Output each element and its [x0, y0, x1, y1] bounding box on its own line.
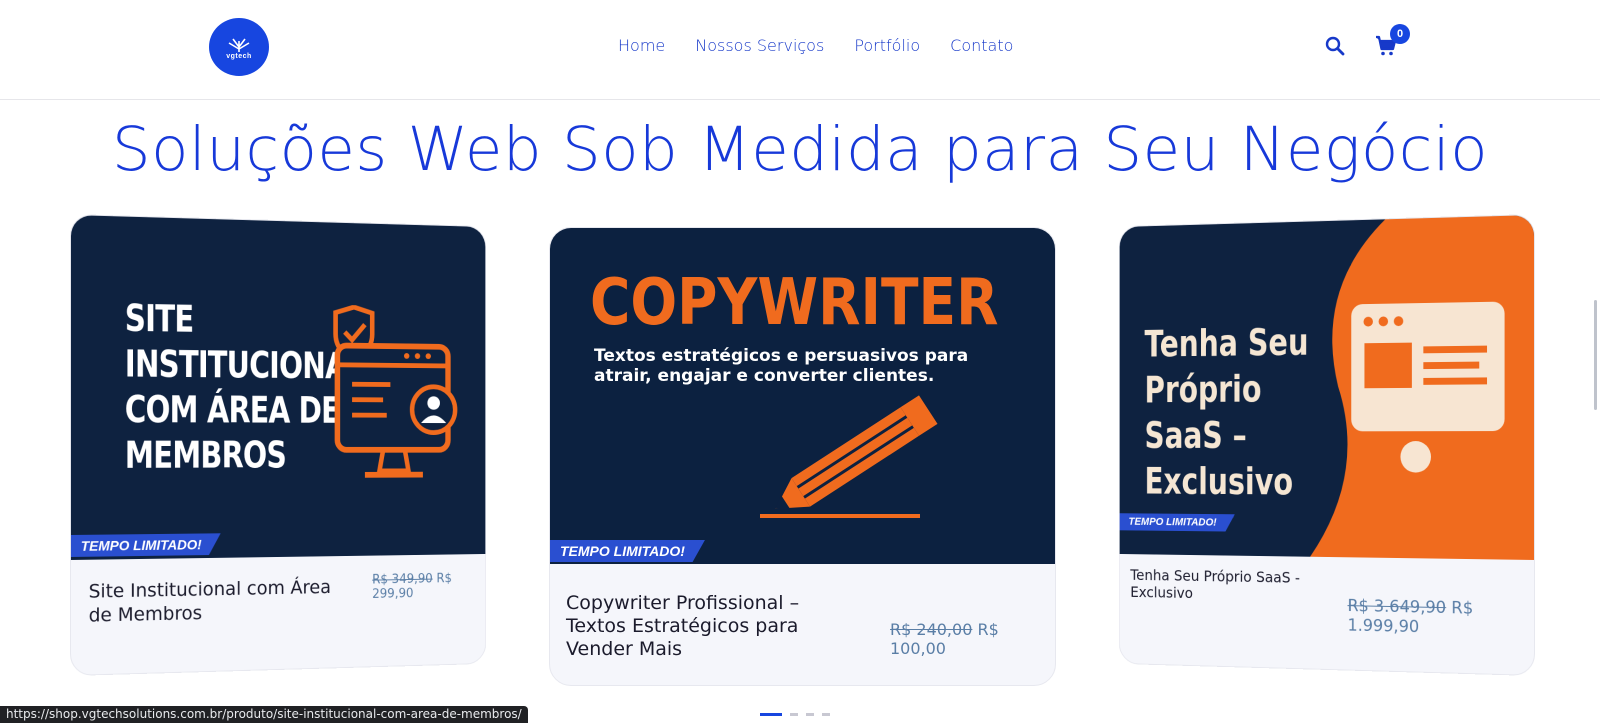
product-title[interactable]: Copywriter Profissional – Textos Estraté… [566, 592, 836, 661]
product-card-copywriter[interactable]: COPYWRITER Textos estratégicos e persuas… [549, 227, 1056, 686]
status-url-bar: https://shop.vgtechsolutions.com.br/prod… [0, 706, 528, 723]
carousel-dot-3[interactable] [806, 713, 814, 716]
carousel-dot-1[interactable] [760, 713, 782, 716]
logo[interactable]: vgtech [209, 18, 269, 76]
product-title[interactable]: Site Institucional com Área de Membros [89, 575, 336, 627]
price-old: R$ 240,00 [890, 620, 973, 639]
limited-time-badge: TEMPO LIMITADO! [71, 533, 221, 557]
carousel-pagination [760, 713, 830, 716]
limited-time-badge: TEMPO LIMITADO! [550, 540, 705, 562]
product-image: Tenha Seu Próprio SaaS – Exclusivo [1119, 215, 1535, 560]
cart-count-badge: 0 [1390, 24, 1410, 44]
carousel-dot-2[interactable] [790, 713, 798, 716]
image-subtitle: Textos estratégicos e persuasivos para a… [594, 346, 969, 386]
page-scrollbar[interactable] [1594, 300, 1597, 410]
limited-time-badge: TEMPO LIMITADO! [1120, 513, 1235, 531]
price-old: R$ 3.649,90 [1347, 596, 1447, 619]
product-price: R$ 349,90 R$ 299,90 [372, 571, 485, 602]
page-headline: Soluções Web Sob Medida para Seu Negócio [111, 114, 1489, 185]
product-image: COPYWRITER Textos estratégicos e persuas… [550, 228, 1055, 564]
price-old: R$ 349,90 [372, 571, 433, 588]
site-header: vgtech Home Nossos Serviços Portfólio Co… [0, 0, 1600, 100]
product-card-saas[interactable]: Tenha Seu Próprio SaaS – Exclusivo TEMPO… [1118, 214, 1535, 676]
nav-contact[interactable]: Contato [950, 36, 1013, 55]
monitor-icon [317, 305, 471, 489]
product-card-site-institucional[interactable]: SITE INSTITUCIONAL COM ÁREA DE MEMBROS T… [70, 214, 487, 676]
logo-text: vgtech [226, 52, 252, 60]
logo-leaf-icon [228, 38, 250, 52]
carousel-dot-4[interactable] [822, 713, 830, 716]
search-icon [1325, 36, 1345, 56]
nav-home[interactable]: Home [618, 36, 665, 55]
nav-portfolio[interactable]: Portfólio [854, 36, 920, 55]
search-button[interactable] [1324, 35, 1346, 57]
nav-services[interactable]: Nossos Serviços [695, 36, 824, 55]
main-nav: Home Nossos Serviços Portfólio Contato [618, 36, 1013, 55]
pencil-icon [760, 395, 938, 518]
image-headline: Tenha Seu Próprio SaaS – Exclusivo [1144, 320, 1309, 504]
image-headline: COPYWRITER [590, 266, 999, 340]
browser-window-icon [1351, 301, 1505, 473]
product-title[interactable]: Tenha Seu Próprio SaaS - Exclusivo [1130, 566, 1321, 604]
product-image: SITE INSTITUCIONAL COM ÁREA DE MEMBROS [70, 215, 486, 560]
product-price: R$ 240,00 R$ 100,00 [890, 620, 1055, 658]
product-price: R$ 3.649,90 R$ 1.999,90 [1347, 596, 1534, 640]
